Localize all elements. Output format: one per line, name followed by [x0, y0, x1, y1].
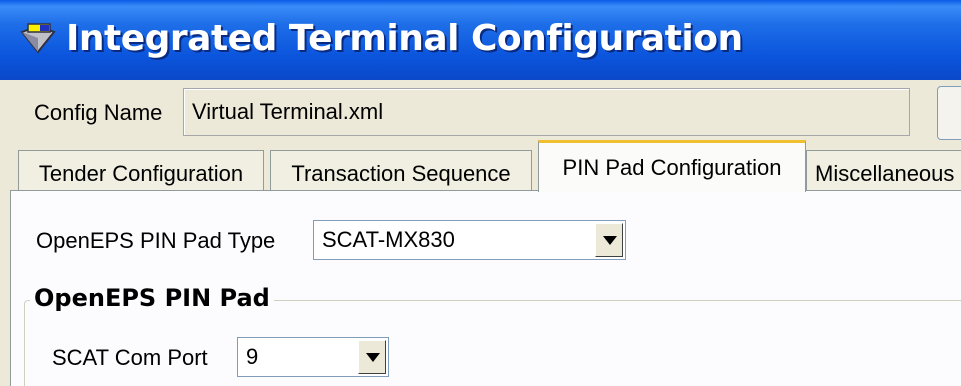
config-name-field[interactable]: Virtual Terminal.xml [183, 88, 910, 136]
scat-com-port-select[interactable]: 9 [237, 337, 389, 377]
config-name-label: Config Name [34, 100, 163, 125]
pinpad-type-value: SCAT-MX830 [322, 227, 455, 252]
pinpad-type-label: OpenEPS PIN Pad Type [36, 228, 276, 253]
window-title: Integrated Terminal Configuration [66, 18, 743, 59]
group-title: OpenEPS PIN Pad [30, 284, 274, 312]
tab-strip: Tender Configuration Transaction Sequenc… [0, 140, 961, 192]
tab-transaction-sequence[interactable]: Transaction Sequence [270, 150, 532, 190]
tab-label: Miscellaneous [815, 161, 955, 186]
config-window: Integrated Terminal Configuration Config… [0, 0, 961, 386]
side-button[interactable] [937, 86, 961, 140]
tab-label: Tender Configuration [38, 161, 244, 186]
tab-label: PIN Pad Configuration [562, 155, 782, 180]
scat-com-port-label: SCAT Com Port [52, 345, 208, 370]
scat-com-port-value: 9 [246, 344, 259, 369]
title-bar[interactable]: Integrated Terminal Configuration [0, 0, 961, 80]
openeps-pinpad-group [24, 300, 961, 386]
tab-tender-configuration[interactable]: Tender Configuration [18, 150, 264, 190]
chevron-down-icon[interactable] [595, 223, 623, 257]
pinpad-type-select[interactable]: SCAT-MX830 [313, 220, 626, 260]
tab-pin-pad-configuration-active[interactable]: PIN Pad Configuration [538, 140, 806, 192]
app-icon [20, 23, 56, 54]
tab-miscellaneous[interactable]: Miscellaneous [806, 150, 961, 190]
tab-label: Transaction Sequence [291, 161, 511, 186]
config-name-value: Virtual Terminal.xml [192, 99, 384, 124]
chevron-down-icon[interactable] [358, 340, 386, 374]
